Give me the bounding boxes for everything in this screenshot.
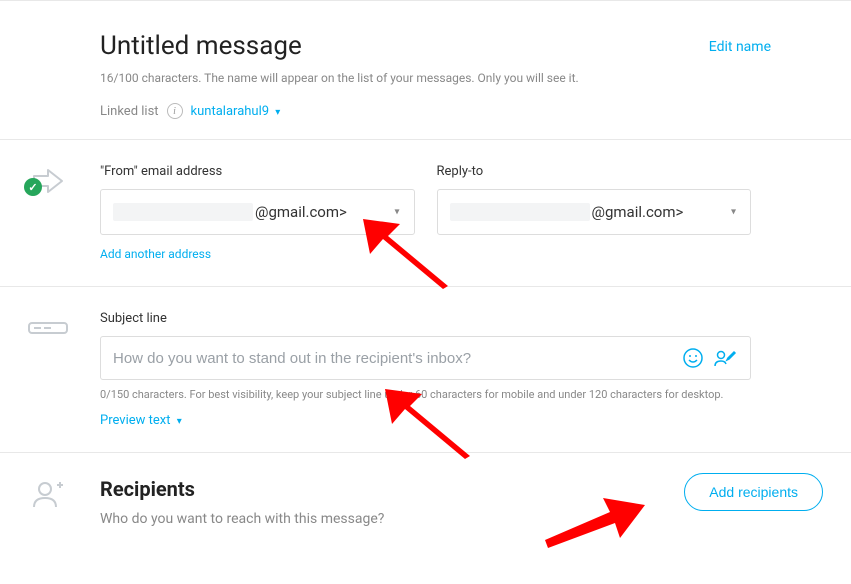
send-arrow-icon <box>30 166 66 200</box>
header-section: Untitled message Edit name 16/100 charac… <box>0 1 851 139</box>
linked-list-dropdown[interactable]: kuntalarahul9 ▾ <box>191 104 281 119</box>
subject-line-icon <box>28 317 68 341</box>
preview-text-label: Preview text <box>100 413 171 428</box>
chevron-down-icon: ▾ <box>731 207 736 218</box>
preview-text-dropdown[interactable]: Preview text ▾ <box>100 413 182 428</box>
chevron-down-icon: ▾ <box>394 207 399 218</box>
section-icon <box>24 479 72 513</box>
reply-to-suffix: @gmail.com> <box>592 203 684 221</box>
recipients-section: Recipients Who do you want to reach with… <box>0 452 851 551</box>
add-recipients-button[interactable]: Add recipients <box>684 473 823 511</box>
chevron-down-icon: ▾ <box>275 107 280 118</box>
reply-to-dropdown[interactable]: @gmail.com> ▾ <box>437 189 752 235</box>
emoji-icon[interactable] <box>680 345 706 371</box>
linked-list-value: kuntalarahul9 <box>191 104 270 119</box>
from-label: "From" email address <box>100 164 415 179</box>
from-section: "From" email address @gmail.com> ▾ Add a… <box>0 139 851 286</box>
subject-label: Subject line <box>100 311 751 326</box>
personalize-icon[interactable] <box>712 345 738 371</box>
recipients-subtitle: Who do you want to reach with this messa… <box>100 511 751 527</box>
from-email-dropdown[interactable]: @gmail.com> ▾ <box>100 189 415 235</box>
section-icon <box>24 317 72 341</box>
linked-list-row: Linked list i kuntalarahul9 ▾ <box>100 103 751 119</box>
status-complete-icon <box>24 178 42 196</box>
redacted-text <box>113 203 253 221</box>
subject-input-container <box>100 336 751 380</box>
subject-input[interactable] <box>113 350 674 367</box>
chevron-down-icon: ▾ <box>177 416 182 427</box>
char-counter-help: 16/100 characters. The name will appear … <box>100 71 751 85</box>
linked-list-label: Linked list <box>100 104 159 119</box>
reply-to-label: Reply-to <box>437 164 752 179</box>
page-title: Untitled message <box>100 31 751 61</box>
redacted-text <box>450 203 590 221</box>
edit-name-link[interactable]: Edit name <box>709 39 771 55</box>
add-another-address-link[interactable]: Add another address <box>100 247 211 261</box>
add-person-icon <box>31 479 65 513</box>
recipients-title: Recipients <box>100 477 751 501</box>
info-icon[interactable]: i <box>167 103 183 119</box>
subject-section: Subject line 0/150 characters. For best … <box>0 286 851 452</box>
from-email-suffix: @gmail.com> <box>255 203 347 221</box>
subject-helper: 0/150 characters. For best visibility, k… <box>100 388 751 401</box>
section-icon <box>24 166 72 200</box>
